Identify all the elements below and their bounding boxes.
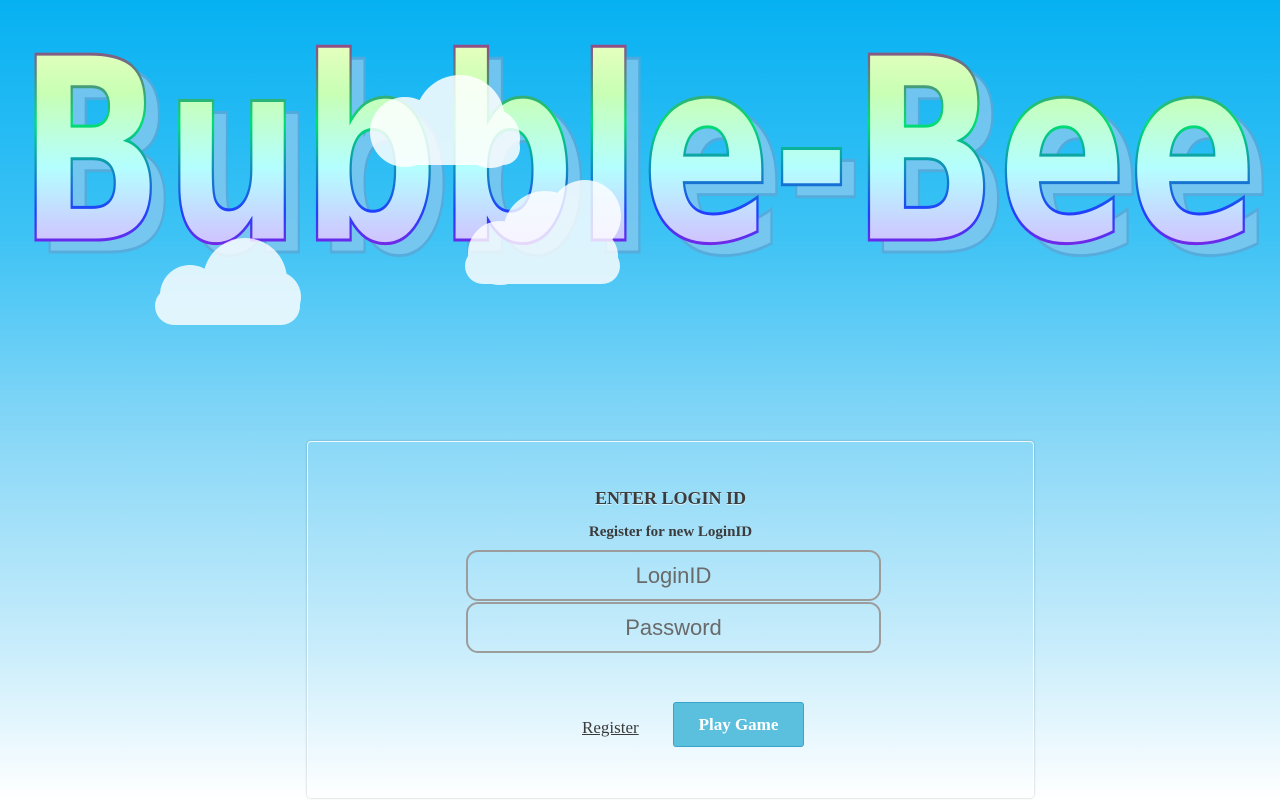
register-hint-text: Register for new LoginID [588, 524, 753, 540]
cloud-decoration [465, 180, 621, 285]
play-game-button[interactable]: Play Game [673, 702, 804, 747]
password-input[interactable] [466, 602, 881, 653]
login-id-input[interactable] [466, 550, 881, 601]
login-heading: ENTER LOGIN ID [594, 488, 747, 508]
login-panel: ENTER LOGIN ID Register for new LoginID … [307, 441, 1034, 798]
cloud-decoration [370, 75, 520, 168]
register-link[interactable]: Register [582, 718, 639, 738]
cloud-decoration [155, 238, 301, 325]
